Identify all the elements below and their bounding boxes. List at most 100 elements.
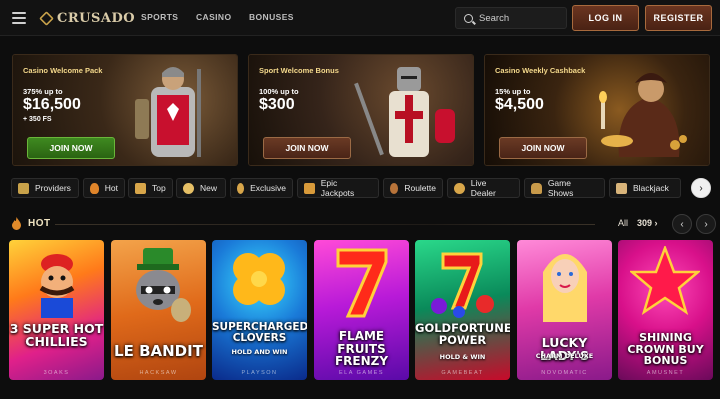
game-provider: PLAYSON xyxy=(241,370,278,376)
star-burst-icon xyxy=(237,182,245,194)
category-hot[interactable]: Hot xyxy=(83,178,125,198)
promo-extra: + 350 FS xyxy=(23,116,52,123)
lady-character-icon xyxy=(543,254,587,322)
star-icon xyxy=(630,246,700,315)
category-label: Epic Jackpots xyxy=(320,178,355,198)
category-roulette[interactable]: Roulette xyxy=(383,178,443,198)
coins-icon xyxy=(304,182,315,194)
game-title: SHINING CROWN BUY BONUS xyxy=(627,331,704,368)
chef-character-icon xyxy=(39,254,75,318)
game-tile[interactable]: 3 SUPER HOT CHILLIES 3OAKS xyxy=(9,240,104,380)
promo-subtitle: 375% up to xyxy=(23,87,63,96)
flame-icon xyxy=(12,217,21,230)
category-new[interactable]: New xyxy=(176,178,226,198)
category-top[interactable]: Top xyxy=(128,178,173,198)
game-tile[interactable]: FLAME FRUITS FRENZY ELA GAMES xyxy=(314,240,409,380)
microphone-icon xyxy=(531,182,542,194)
join-now-button[interactable]: JOIN NOW xyxy=(263,137,351,159)
join-now-button[interactable]: JOIN NOW xyxy=(27,137,115,159)
chip-icon xyxy=(454,182,465,194)
game-subtitle: HOLD AND WIN xyxy=(231,348,288,356)
game-provider: NOVOMATIC xyxy=(541,370,588,376)
shield-logo-icon xyxy=(39,10,54,26)
section-title-hot: HOT xyxy=(28,218,51,229)
knight-illustration-icon xyxy=(135,67,201,157)
nav-bonuses[interactable]: BONUSES xyxy=(249,12,294,22)
promo-tag: Casino Welcome Pack xyxy=(23,66,103,75)
game-tile[interactable]: SHINING CROWN BUY BONUS AMUSNET xyxy=(618,240,713,380)
roulette-icon xyxy=(390,182,399,194)
category-live-dealer[interactable]: Live Dealer xyxy=(447,178,520,198)
game-title: 3 SUPER HOT CHILLIES xyxy=(9,321,104,350)
game-title: LE BANDIT xyxy=(114,342,203,360)
category-label: Hot xyxy=(104,183,118,193)
book-icon xyxy=(18,182,29,194)
category-label: Game Shows xyxy=(547,178,574,198)
promo-amount: $4,500 xyxy=(495,96,544,113)
game-subtitle: CHARM DELUXE xyxy=(535,352,594,360)
promo-tag: Casino Weekly Cashback xyxy=(495,66,586,75)
game-tile[interactable]: GOLDFORTUNE POWER HOLD & WIN GAMEBEAT xyxy=(415,240,510,380)
raccoon-character-icon xyxy=(136,248,191,322)
join-now-button[interactable]: JOIN NOW xyxy=(499,137,587,159)
promo-amount: $300 xyxy=(259,96,295,113)
game-tile[interactable]: SUPERCHARGED CLOVERS HOLD AND WIN PLAYSO… xyxy=(212,240,307,380)
brand-logo[interactable]: CRUSADO xyxy=(39,10,136,26)
category-label: Top xyxy=(152,183,166,193)
chevron-right-icon[interactable]: › xyxy=(691,178,711,198)
search-box[interactable] xyxy=(455,7,567,29)
category-game-shows[interactable]: Game Shows xyxy=(524,178,605,198)
nav-sports[interactable]: SPORTS xyxy=(141,12,178,22)
lucky-seven-icon xyxy=(336,248,388,318)
category-blackjack[interactable]: Blackjack xyxy=(609,178,681,198)
game-provider: 3OAKS xyxy=(43,370,70,376)
category-label: Live Dealer xyxy=(470,178,496,198)
game-tile[interactable]: LE BANDIT HACKSAW xyxy=(111,240,206,380)
hamburger-menu-icon[interactable] xyxy=(12,12,26,24)
chevron-right-icon[interactable]: › xyxy=(696,214,716,234)
search-input[interactable] xyxy=(479,12,559,24)
game-title: FLAME FRUITS FRENZY xyxy=(334,329,389,369)
register-button[interactable]: REGISTER xyxy=(645,5,712,31)
category-label: Roulette xyxy=(404,183,436,193)
promo-amount: $16,500 xyxy=(23,96,81,113)
category-label: New xyxy=(200,183,218,193)
game-subtitle: HOLD & WIN xyxy=(439,353,486,361)
top-header: CRUSADO SPORTS CASINO BONUSES LOG IN REG… xyxy=(0,0,720,36)
merchant-illustration-icon xyxy=(599,73,687,157)
game-provider: AMUSNET xyxy=(646,370,685,376)
category-exclusive[interactable]: Exclusive xyxy=(230,178,293,198)
game-provider: HACKSAW xyxy=(139,370,178,376)
game-title: GOLDFORTUNE POWER xyxy=(415,321,510,348)
search-icon xyxy=(464,13,473,23)
sparkle-icon xyxy=(183,182,194,194)
game-title: SUPERCHARGED CLOVERS xyxy=(212,321,307,345)
promo-tag: Sport Welcome Bonus xyxy=(259,66,339,75)
game-tile[interactable]: LUCKY LADY'S CHARM DELUXE NOVOMATIC xyxy=(517,240,612,380)
category-providers[interactable]: Providers xyxy=(11,178,79,198)
category-epic-jackpots[interactable]: Epic Jackpots xyxy=(297,178,379,198)
promo-weekly-cashback[interactable]: Casino Weekly Cashback 15% up to $4,500 … xyxy=(484,54,710,166)
fruit-seven-icon xyxy=(431,252,494,318)
logo-text: CRUSADO xyxy=(57,10,136,26)
category-label: Blackjack xyxy=(633,183,669,193)
chevron-left-icon[interactable]: ‹ xyxy=(672,214,692,234)
crown-icon xyxy=(135,182,146,194)
crusader-knight-illustration-icon xyxy=(354,67,455,157)
game-provider: GAMEBEAT xyxy=(441,370,484,376)
view-all-link[interactable]: All xyxy=(618,218,628,228)
promo-subtitle: 15% up to xyxy=(495,87,531,96)
cards-icon xyxy=(616,182,627,194)
game-provider: ELA GAMES xyxy=(339,370,384,376)
login-button[interactable]: LOG IN xyxy=(572,5,639,31)
promo-sport-welcome[interactable]: Sport Welcome Bonus 100% up to $300 JOIN… xyxy=(248,54,474,166)
category-label: Providers xyxy=(35,183,71,193)
game-count[interactable]: 309 › xyxy=(637,218,658,228)
flame-icon xyxy=(90,182,99,194)
clover-icon xyxy=(233,253,285,305)
promo-casino-welcome[interactable]: Casino Welcome Pack 375% up to $16,500 +… xyxy=(12,54,238,166)
section-divider xyxy=(55,224,595,225)
nav-casino[interactable]: CASINO xyxy=(196,12,231,22)
promo-subtitle: 100% up to xyxy=(259,87,299,96)
category-label: Exclusive xyxy=(250,183,286,193)
